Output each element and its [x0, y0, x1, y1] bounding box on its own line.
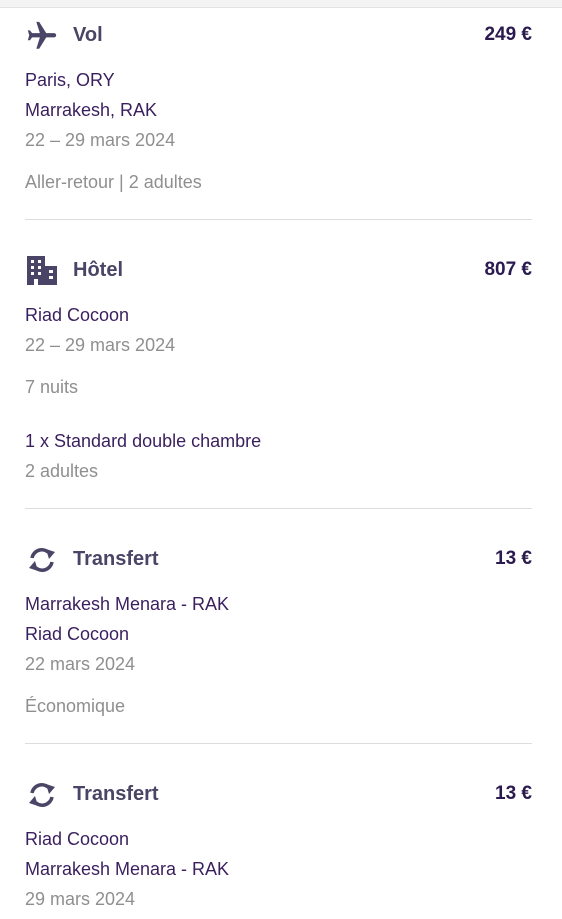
transfer-icon	[25, 778, 59, 812]
transfer-return-date: 29 mars 2024	[25, 889, 136, 909]
transfer-return-section: Transfert 13 € Riad Cocoon Marrakesh Men…	[25, 778, 532, 914]
flight-title: Vol	[73, 24, 103, 46]
hotel-dates: 22 – 29 mars 2024	[25, 335, 176, 355]
transfer-return-title: Transfert	[73, 783, 159, 805]
transfer-outbound-price: 13 €	[495, 548, 532, 569]
hotel-header: Hôtel 807 €	[25, 254, 532, 288]
hotel-room: 1 x Standard double chambre	[25, 431, 262, 451]
transfer-outbound-destination: Riad Cocoon	[25, 624, 130, 644]
divider	[25, 508, 532, 509]
flight-dates: 22 – 29 mars 2024	[25, 130, 176, 150]
transfer-outbound-title: Transfert	[73, 548, 159, 570]
transfer-return-origin: Riad Cocoon	[25, 829, 130, 849]
flight-destination: Marrakesh, RAK	[25, 100, 158, 120]
hotel-guests: 2 adultes	[25, 461, 99, 481]
plane-icon	[25, 19, 59, 53]
hotel-name: Riad Cocoon	[25, 305, 130, 325]
divider	[25, 743, 532, 744]
divider	[25, 219, 532, 220]
transfer-icon	[25, 543, 59, 577]
flight-header: Vol 249 €	[25, 19, 532, 53]
transfer-outbound-origin: Marrakesh Menara - RAK	[25, 594, 230, 614]
hotel-price: 807 €	[484, 259, 532, 280]
hotel-title: Hôtel	[73, 259, 123, 281]
flight-trip-info: Aller-retour | 2 adultes	[25, 172, 202, 192]
hotel-building-icon	[25, 254, 59, 288]
hotel-section: Hôtel 807 € Riad Cocoon 22 – 29 mars 202…	[25, 254, 532, 486]
transfer-outbound-section: Transfert 13 € Marrakesh Menara - RAK Ri…	[25, 543, 532, 721]
flight-origin: Paris, ORY	[25, 70, 115, 90]
transfer-return-destination: Marrakesh Menara - RAK	[25, 859, 230, 879]
transfer-return-header: Transfert 13 €	[25, 778, 532, 812]
transfer-outbound-header: Transfert 13 €	[25, 543, 532, 577]
transfer-outbound-category: Économique	[25, 696, 126, 716]
top-border	[0, 0, 562, 8]
transfer-outbound-date: 22 mars 2024	[25, 654, 136, 674]
flight-price: 249 €	[484, 24, 532, 45]
transfer-return-price: 13 €	[495, 783, 532, 804]
flight-section: Vol 249 € Paris, ORY Marrakesh, RAK 22 –…	[25, 19, 532, 197]
hotel-nights: 7 nuits	[25, 377, 79, 397]
